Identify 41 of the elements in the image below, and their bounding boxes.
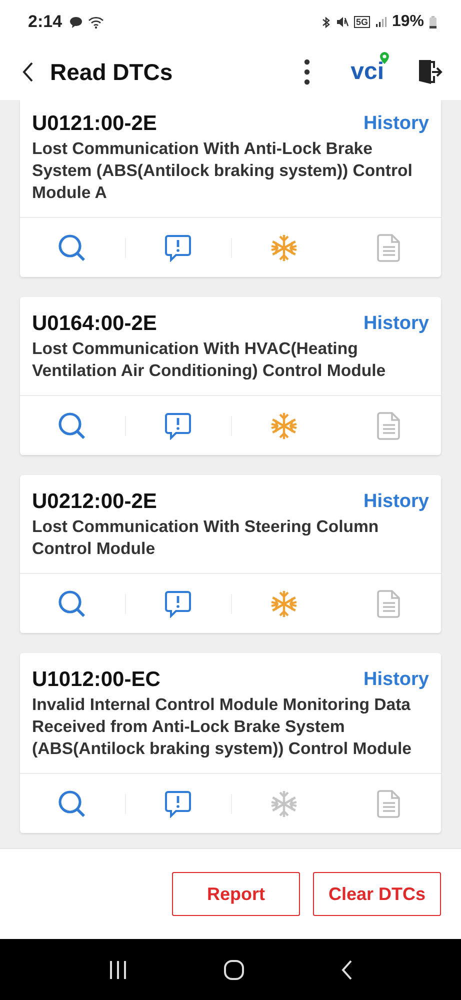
- dtc-code: U0121:00-2E: [32, 112, 157, 136]
- dtc-code: U0164:00-2E: [32, 312, 157, 336]
- recent-apps-icon[interactable]: [108, 960, 128, 980]
- help-message-icon[interactable]: [164, 412, 192, 440]
- snowflake-icon[interactable]: [268, 410, 299, 440]
- home-icon[interactable]: [222, 958, 244, 980]
- wifi-icon: [88, 16, 104, 28]
- chat-bubble-icon: [69, 16, 84, 28]
- help-message-icon[interactable]: [164, 790, 192, 818]
- dtc-description: Invalid Internal Control Module Monitoring Data Received from Anti-Lock Brake System (ABS(Antilock braking system)) Control Module: [32, 694, 412, 760]
- dtc-status: History: [364, 669, 429, 691]
- dtc-code: U0212:00-2E: [32, 490, 157, 514]
- search-icon[interactable]: [57, 788, 88, 818]
- dtc-code: U1012:00-EC: [32, 668, 160, 692]
- search-icon[interactable]: [57, 588, 88, 618]
- vci-status[interactable]: vci: [350, 57, 387, 87]
- back-nav-icon[interactable]: [340, 958, 354, 980]
- page-title: Read DTCs: [50, 58, 173, 86]
- bluetooth-icon: [320, 16, 331, 28]
- back-icon[interactable]: [22, 61, 34, 83]
- dtc-description: Lost Communication With Anti-Lock Brake System (ABS(Antilock braking system)) Control Module A: [32, 138, 414, 204]
- snowflake-icon[interactable]: [268, 588, 299, 618]
- search-icon[interactable]: [57, 410, 88, 440]
- footer-button[interactable]: Report: [172, 872, 300, 916]
- dtc-description: Lost Communication With HVAC(Heating Ventilation Air Conditioning) Control Module: [32, 338, 387, 382]
- snowflake-icon[interactable]: [268, 232, 299, 262]
- dtc-status: History: [364, 491, 429, 513]
- help-message-icon[interactable]: [164, 234, 192, 262]
- status-time: 2:14: [28, 12, 62, 32]
- more-options-icon[interactable]: [302, 58, 311, 86]
- search-icon[interactable]: [57, 232, 88, 262]
- dtc-status: History: [364, 113, 429, 135]
- dtc-description: Lost Communication With Steering Column Control Module: [32, 516, 380, 560]
- dtc-status: History: [364, 313, 429, 335]
- battery-percent: 19%: [392, 13, 424, 31]
- mute-icon: [336, 16, 349, 28]
- help-message-icon[interactable]: [164, 590, 192, 618]
- battery-icon: [429, 16, 437, 28]
- network-type: 5G: [354, 16, 370, 28]
- signal-icon: [374, 16, 387, 28]
- footer-button[interactable]: Clear DTCs: [313, 872, 441, 916]
